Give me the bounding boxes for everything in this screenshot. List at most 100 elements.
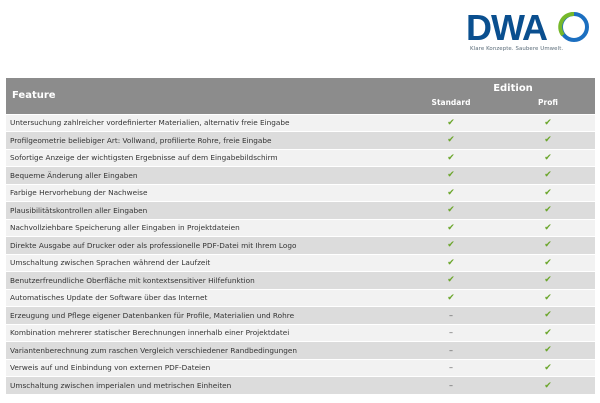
dwa-logo-mark: DWA <box>466 8 589 44</box>
profi-cell: ✔ <box>501 131 595 149</box>
check-icon: ✔ <box>544 117 552 128</box>
standard-cell: – <box>401 306 501 324</box>
feature-cell: Erzeugung und Pflege eigener Datenbanken… <box>6 306 401 324</box>
standard-cell: – <box>401 323 501 342</box>
feature-comparison-table: Feature Edition Standard Profi Untersuch… <box>6 78 595 394</box>
table-row: Untersuchung zahlreicher vordefinierter … <box>6 113 595 132</box>
profi-cell: ✔ <box>501 201 595 219</box>
profi-cell: ✔ <box>501 271 595 289</box>
check-icon: ✔ <box>447 135 455 146</box>
profi-cell: ✔ <box>501 236 595 254</box>
check-icon: ✔ <box>544 135 552 146</box>
standard-cell: ✔ <box>401 166 501 184</box>
check-icon: ✔ <box>447 240 455 251</box>
standard-cell: ✔ <box>401 131 501 149</box>
feature-cell: Profilgeometrie beliebiger Art: Vollwand… <box>6 131 401 149</box>
feature-cell: Farbige Hervorhebung der Nachweise <box>6 183 401 202</box>
check-icon: ✔ <box>544 310 552 321</box>
profi-cell: ✔ <box>501 306 595 324</box>
dash-mark: – <box>449 363 453 373</box>
feature-cell: Plausibilitätskontrollen aller Eingaben <box>6 201 401 219</box>
profi-cell: ✔ <box>501 148 595 167</box>
feature-cell: Automatisches Update der Software über d… <box>6 288 401 307</box>
check-icon: ✔ <box>544 292 552 303</box>
dash-mark: – <box>449 310 453 320</box>
profi-cell: ✔ <box>501 113 595 132</box>
check-icon: ✔ <box>544 345 552 356</box>
standard-cell: ✔ <box>401 183 501 202</box>
profi-cell: ✔ <box>501 341 595 359</box>
profi-cell: ✔ <box>501 183 595 202</box>
feature-cell: Benutzerfreundliche Oberfläche mit konte… <box>6 271 401 289</box>
check-icon: ✔ <box>447 275 455 286</box>
table-row: Plausibilitätskontrollen aller Eingaben ✔… <box>6 201 595 219</box>
dash-mark: – <box>449 345 453 355</box>
feature-cell: Umschaltung zwischen Sprachen während de… <box>6 253 401 272</box>
standard-cell: – <box>401 358 501 377</box>
standard-cell: ✔ <box>401 148 501 167</box>
check-icon: ✔ <box>544 222 552 233</box>
standard-cell: ✔ <box>401 236 501 254</box>
table-row: Kombination mehrerer statischer Berechnu… <box>6 323 595 342</box>
feature-cell: Umschaltung zwischen imperialen und metr… <box>6 376 401 394</box>
feature-cell: Sofortige Anzeige der wichtigsten Ergebn… <box>6 148 401 167</box>
check-icon: ✔ <box>544 257 552 268</box>
table-row: Erzeugung und Pflege eigener Datenbanken… <box>6 306 595 324</box>
check-icon: ✔ <box>447 170 455 181</box>
header-standard: Standard <box>401 98 501 114</box>
standard-cell: – <box>401 376 501 394</box>
table-row: Benutzerfreundliche Oberfläche mit konte… <box>6 271 595 289</box>
feature-cell: Untersuchung zahlreicher vordefinierter … <box>6 113 401 132</box>
check-icon: ✔ <box>544 327 552 338</box>
logo-wordmark: DWA <box>466 8 548 44</box>
standard-cell: – <box>401 341 501 359</box>
check-icon: ✔ <box>447 205 455 216</box>
check-icon: ✔ <box>544 380 552 391</box>
check-icon: ✔ <box>544 362 552 373</box>
check-icon: ✔ <box>447 187 455 198</box>
header-feature: Feature <box>6 78 401 114</box>
feature-cell: Verweis auf und Einbindung von externen … <box>6 358 401 377</box>
table-row: Umschaltung zwischen imperialen und metr… <box>6 376 595 394</box>
feature-cell: Bequeme Änderung aller Eingaben <box>6 166 401 184</box>
check-icon: ✔ <box>544 240 552 251</box>
table-body: Untersuchung zahlreicher vordefinierter … <box>6 113 595 394</box>
standard-cell: ✔ <box>401 201 501 219</box>
page: DWA Klare Konzepte. Saubere Umwelt. Feat… <box>0 0 600 403</box>
table-row: Verweis auf und Einbindung von externen … <box>6 358 595 377</box>
feature-cell: Variantenberechnung zum raschen Vergleic… <box>6 341 401 359</box>
standard-cell: ✔ <box>401 218 501 237</box>
table-row: Direkte Ausgabe auf Drucker oder als pro… <box>6 236 595 254</box>
check-icon: ✔ <box>447 117 455 128</box>
profi-cell: ✔ <box>501 376 595 394</box>
profi-cell: ✔ <box>501 358 595 377</box>
table-header-row: Feature Edition <box>6 78 595 114</box>
table-row: Bequeme Änderung aller Eingaben ✔ ✔ <box>6 166 595 184</box>
standard-cell: ✔ <box>401 113 501 132</box>
dash-mark: – <box>449 381 453 390</box>
feature-cell: Direkte Ausgabe auf Drucker oder als pro… <box>6 236 401 254</box>
profi-cell: ✔ <box>501 253 595 272</box>
standard-cell: ✔ <box>401 271 501 289</box>
profi-cell: ✔ <box>501 218 595 237</box>
check-icon: ✔ <box>544 187 552 198</box>
logo-tagline: Klare Konzepte. Saubere Umwelt. <box>470 46 564 52</box>
check-icon: ✔ <box>447 222 455 233</box>
check-icon: ✔ <box>544 205 552 216</box>
standard-cell: ✔ <box>401 253 501 272</box>
logo-ring-green <box>558 12 575 37</box>
check-icon: ✔ <box>544 152 552 163</box>
table-row: Farbige Hervorhebung der Nachweise ✔ ✔ <box>6 183 595 202</box>
check-icon: ✔ <box>447 257 455 268</box>
dwa-logo: DWA Klare Konzepte. Saubere Umwelt. <box>466 8 592 58</box>
profi-cell: ✔ <box>501 288 595 307</box>
table-row: Sofortige Anzeige der wichtigsten Ergebn… <box>6 148 595 167</box>
table-row: Profilgeometrie beliebiger Art: Vollwand… <box>6 131 595 149</box>
header-profi: Profi <box>501 98 595 114</box>
table-row: Variantenberechnung zum raschen Vergleic… <box>6 341 595 359</box>
standard-cell: ✔ <box>401 288 501 307</box>
table-row: Umschaltung zwischen Sprachen während de… <box>6 253 595 272</box>
dash-mark: – <box>449 328 453 338</box>
profi-cell: ✔ <box>501 166 595 184</box>
table-row: Nachvollziehbare Speicherung aller Einga… <box>6 218 595 237</box>
